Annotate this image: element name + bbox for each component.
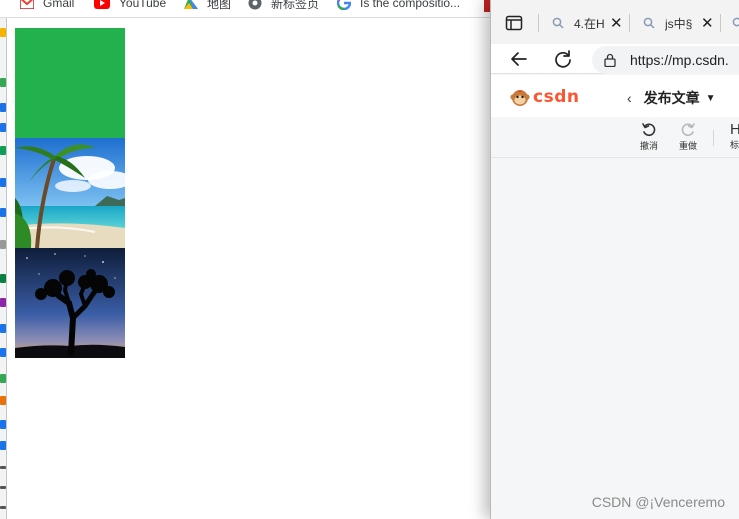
editor-area[interactable] <box>491 159 739 519</box>
redo-button[interactable]: 重做 <box>676 122 700 152</box>
search-icon <box>643 17 655 29</box>
caret-down-icon: ▼ <box>705 92 716 104</box>
bookmark-label: YouTube <box>119 0 167 10</box>
app-icon <box>0 420 6 429</box>
tab-label: 4.在H <box>574 16 604 31</box>
refresh-icon[interactable] <box>553 49 573 69</box>
tab-separator <box>720 14 721 32</box>
background-window-edge <box>0 18 7 519</box>
csdn-wordmark: csdn <box>533 87 579 107</box>
app-icon <box>0 274 6 283</box>
tab-bar: 4.在H ✕ js中§ ✕ <box>491 0 739 44</box>
close-icon[interactable]: ✕ <box>610 14 623 32</box>
night-tree-illustration <box>15 248 125 358</box>
app-icon <box>0 123 6 132</box>
bookmark-label: Is the compositio... <box>360 0 461 10</box>
heading-button[interactable]: H 标 <box>730 121 739 151</box>
csdn-wordmark-text: csdn <box>533 87 580 107</box>
green-box <box>15 28 125 138</box>
tab-2[interactable]: js中§ ✕ <box>643 10 714 36</box>
undo-label: 撤消 <box>639 141 658 151</box>
toolbar-divider <box>713 130 714 146</box>
folder-icon <box>0 28 6 37</box>
lock-icon <box>604 53 616 67</box>
divider <box>0 466 6 469</box>
app-icon <box>0 396 6 405</box>
redo-label: 重做 <box>678 141 697 151</box>
search-icon <box>732 17 739 27</box>
url-text: https://mp.csdn. <box>630 52 729 68</box>
app-icon <box>0 146 6 155</box>
tab-separator <box>629 14 630 32</box>
app-icon <box>0 298 6 307</box>
bookmark-new-tab[interactable]: 新标签页 <box>248 0 319 12</box>
new-tab-icon <box>248 0 262 10</box>
csdn-header: csdn ‹ 发布文章 ▼ <box>491 75 739 117</box>
bookmarks-bar: Gmail YouTube 地图 新标签页 Is the compositio.… <box>0 0 490 18</box>
app-icon <box>0 103 6 112</box>
undo-button[interactable]: 撤消 <box>637 122 661 152</box>
app-icon <box>0 441 6 450</box>
browser-toolbar: https://mp.csdn. <box>491 44 739 74</box>
watermark: CSDN @¡Venceremo <box>591 494 725 510</box>
beach-illustration <box>15 138 125 248</box>
heading-glyph: H <box>730 121 739 138</box>
app-icon <box>0 178 6 187</box>
download-icon <box>0 78 6 87</box>
bookmark-label: Gmail <box>43 0 75 10</box>
google-icon <box>337 0 351 10</box>
tab-1[interactable]: 4.在H ✕ <box>552 10 623 36</box>
app-icon <box>0 348 6 357</box>
right-browser-window: 4.在H ✕ js中§ ✕ https://mp.csdn. csdn ‹ 发布… <box>490 0 739 519</box>
app-icon <box>0 324 6 333</box>
undo-icon <box>642 123 656 137</box>
csdn-logo[interactable]: csdn <box>510 87 579 107</box>
publish-article-menu[interactable]: ‹ 发布文章 ▼ <box>627 88 716 108</box>
file-icon <box>0 240 6 249</box>
divider <box>0 486 6 489</box>
heading-label: 标 <box>730 140 739 150</box>
youtube-icon <box>94 0 110 9</box>
bookmark-label: 新标签页 <box>271 0 320 11</box>
publish-title: 发布文章 <box>643 90 700 106</box>
divider <box>0 506 6 509</box>
maps-icon <box>184 0 198 9</box>
app-icon <box>0 208 6 217</box>
close-icon[interactable]: ✕ <box>701 14 714 32</box>
csdn-mascot-icon <box>510 90 530 106</box>
app-icon <box>0 374 6 383</box>
search-icon <box>552 17 564 29</box>
bookmark-label: 地图 <box>207 0 232 11</box>
beach-image <box>15 138 125 248</box>
address-bar[interactable]: https://mp.csdn. <box>592 46 739 74</box>
tab-label: js中§ <box>665 16 693 31</box>
bookmark-google[interactable]: Is the compositio... <box>337 0 460 12</box>
joshua-tree-image <box>15 248 125 358</box>
tab-separator <box>538 14 539 32</box>
editor-toolbar: 撤消 重做 H 标 <box>491 117 739 158</box>
tab-actions-icon[interactable] <box>505 14 523 32</box>
bookmark-youtube[interactable]: YouTube <box>94 0 166 12</box>
back-arrow-icon[interactable] <box>509 49 529 69</box>
chevron-left-icon[interactable]: ‹ <box>627 90 632 106</box>
bookmark-maps[interactable]: 地图 <box>184 0 231 12</box>
redo-icon <box>681 123 695 137</box>
bookmark-gmail[interactable]: Gmail <box>20 0 74 12</box>
gmail-icon <box>20 0 34 9</box>
